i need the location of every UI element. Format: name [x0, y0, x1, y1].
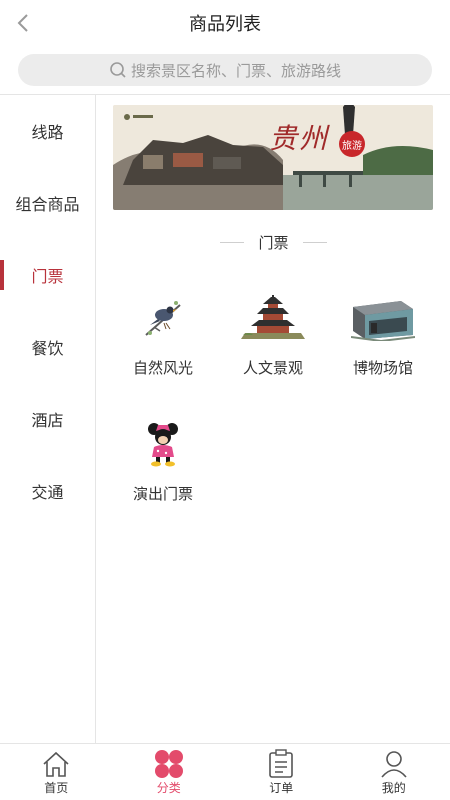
- museum-icon: [348, 293, 418, 343]
- search-icon: [110, 62, 126, 78]
- chevron-left-icon: [17, 14, 28, 32]
- tab-label: 分类: [156, 780, 181, 795]
- search-input[interactable]: 搜索景区名称、门票、旅游路线: [18, 54, 432, 86]
- search-placeholder: 搜索景区名称、门票、旅游路线: [130, 61, 341, 80]
- category-label: 人文景观: [242, 359, 303, 377]
- order-icon: [265, 748, 297, 779]
- sidebar-item-dining[interactable]: 餐饮: [0, 311, 95, 383]
- section-title: 门票: [97, 232, 450, 253]
- main-content: 贵州 旅游 门票 自然风光 人文景观 博物场馆 演出门票: [97, 95, 450, 743]
- category-label: 博物场馆: [352, 359, 413, 377]
- tab-label: 我的: [381, 780, 406, 795]
- category-nature[interactable]: 自然风光: [113, 293, 213, 403]
- category-shows[interactable]: 演出门票: [113, 419, 213, 529]
- divider: [302, 242, 327, 243]
- sidebar-item-combo[interactable]: 组合商品: [0, 167, 95, 239]
- banner-badge: 旅游: [339, 131, 365, 157]
- back-button[interactable]: [10, 10, 36, 36]
- tab-orders[interactable]: 订单: [225, 744, 338, 800]
- pagoda-icon: [238, 293, 308, 343]
- sidebar-item-hotel[interactable]: 酒店: [0, 383, 95, 455]
- divider: [220, 242, 245, 243]
- category-icon: [153, 749, 185, 779]
- sidebar-item-label: 线路: [31, 123, 64, 142]
- category-culture[interactable]: 人文景观: [223, 293, 323, 403]
- section-title-text: 门票: [258, 234, 289, 252]
- sidebar-item-label: 餐饮: [31, 339, 64, 358]
- sidebar: 线路 组合商品 门票 餐饮 酒店 交通: [0, 95, 96, 743]
- category-museum[interactable]: 博物场馆: [333, 293, 433, 403]
- sidebar-item-label: 组合商品: [15, 195, 80, 214]
- sidebar-item-label: 交通: [31, 483, 64, 502]
- tab-label: 订单: [269, 780, 294, 795]
- tab-label: 首页: [44, 780, 69, 795]
- banner-title: 贵州: [269, 122, 330, 155]
- sidebar-item-routes[interactable]: 线路: [0, 95, 95, 167]
- tab-mine[interactable]: 我的: [338, 744, 450, 800]
- bird-branch-icon: [128, 293, 198, 343]
- sidebar-item-label: 门票: [31, 267, 64, 286]
- home-icon: [40, 749, 72, 779]
- sidebar-item-label: 酒店: [31, 411, 64, 430]
- category-label: 演出门票: [132, 485, 193, 503]
- category-label: 自然风光: [132, 359, 193, 377]
- tab-home[interactable]: 首页: [0, 744, 113, 800]
- page-title: 商品列表: [189, 14, 261, 35]
- search-bar: 搜索景区名称、门票、旅游路线: [0, 46, 450, 94]
- bottom-tab-bar: 首页 分类 订单 我的: [0, 743, 450, 800]
- user-icon: [378, 749, 410, 779]
- banner[interactable]: 贵州 旅游: [113, 105, 433, 210]
- sidebar-item-transport[interactable]: 交通: [0, 455, 95, 527]
- tab-category[interactable]: 分类: [113, 744, 226, 800]
- minnie-icon: [128, 419, 198, 469]
- sidebar-item-tickets[interactable]: 门票: [0, 239, 95, 311]
- header: 商品列表: [0, 0, 450, 46]
